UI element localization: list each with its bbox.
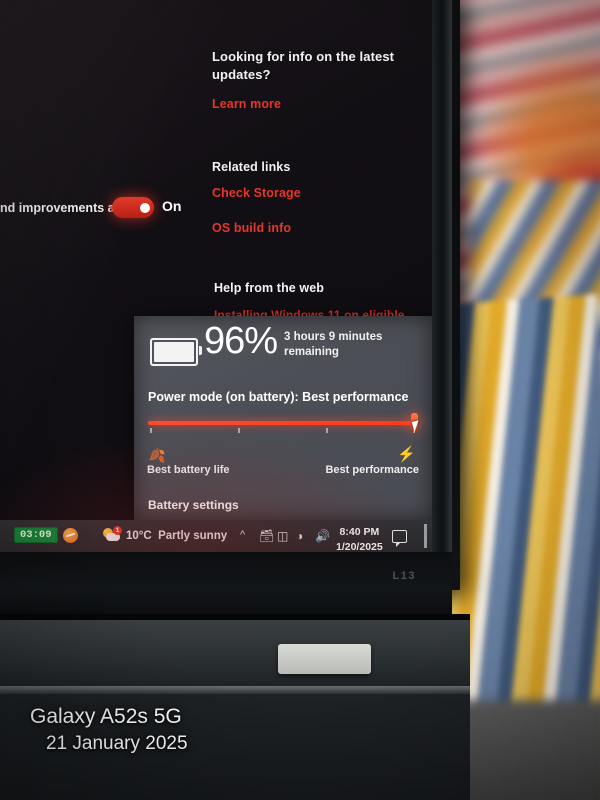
- weather-condition: Partly sunny: [158, 530, 228, 542]
- toggle-state-label: On: [162, 198, 182, 214]
- slider-label-left: Best battery life: [147, 464, 230, 476]
- battery-percent: 96%: [204, 320, 278, 362]
- battery-settings-link[interactable]: Battery settings: [148, 498, 239, 512]
- slider-label-right: Best performance: [325, 464, 419, 476]
- leaf-icon: 🍂: [148, 447, 166, 463]
- power-mode-label: Power mode (on battery): Best performanc…: [148, 390, 409, 404]
- link-check-storage[interactable]: Check Storage: [212, 186, 301, 200]
- clock-time: 8:40 PM: [339, 526, 380, 538]
- clock-date: 1/20/2025: [336, 541, 383, 552]
- battery-icon: [150, 338, 202, 366]
- wifi-icon[interactable]: ◑: [296, 529, 303, 543]
- photo-stamp-date: 21 January 2025: [46, 732, 188, 754]
- scrollbar[interactable]: [424, 524, 427, 548]
- photograph: Looking for info on the latest updates? …: [0, 0, 600, 800]
- speaker-icon[interactable]: 🔊: [315, 529, 330, 543]
- link-os-build-info[interactable]: OS build info: [212, 221, 291, 235]
- laptop-latch: [278, 644, 371, 674]
- laptop-deck-edge: [0, 686, 470, 694]
- link-learn-more[interactable]: Learn more: [212, 97, 281, 111]
- battery-fill: [154, 342, 194, 362]
- heading-help-from-web: Help from the web: [214, 281, 325, 295]
- weather-badge: 1: [113, 526, 122, 535]
- toggle-label: nd improvements as: [0, 201, 122, 215]
- weather-temp: 10°C: [126, 530, 152, 542]
- mouse-cursor: [411, 420, 422, 433]
- toggle-knob: [140, 202, 150, 213]
- weather-text[interactable]: 10°C Partly sunny: [126, 530, 227, 542]
- heading-related-links: Related links: [212, 160, 291, 174]
- onedrive-icon[interactable]: 🗃: [259, 529, 274, 543]
- slider-tick: [150, 428, 152, 433]
- timer-app-icon[interactable]: [63, 528, 78, 543]
- slider-tick: [326, 428, 328, 433]
- slider-track: [148, 421, 416, 425]
- partly-sunny-icon[interactable]: 1: [103, 526, 122, 543]
- chat-icon[interactable]: [392, 530, 407, 547]
- heading-latest-updates: Looking for info on the latest updates?: [212, 49, 395, 83]
- laptop-bezel-edge: [430, 0, 452, 590]
- taskbar-clock[interactable]: 8:40 PM 1/20/2025: [336, 525, 383, 552]
- laptop-screen: Looking for info on the latest updates? …: [0, 0, 432, 552]
- bolt-icon: ⚡: [397, 446, 416, 463]
- taskbar[interactable]: 03:09 1 10°C Partly sunny ^ 🗃 ◫ ◑ 🔊 8:40…: [0, 520, 432, 552]
- laptop-deck: [0, 620, 470, 690]
- chevron-up-icon[interactable]: ^: [240, 529, 245, 541]
- screen-bottom-bezel: L13: [0, 552, 452, 620]
- updates-toggle-row[interactable]: nd improvements as On: [0, 195, 200, 225]
- laptop-model-label: L13: [392, 570, 416, 582]
- battery-icon[interactable]: ◫: [277, 529, 288, 543]
- stopwatch-icon[interactable]: 03:09: [14, 527, 58, 543]
- battery-time-remaining: 3 hours 9 minutes remaining: [284, 331, 383, 359]
- toggle-switch[interactable]: [112, 197, 154, 218]
- photo-stamp: Galaxy A52s 5G 21 January 2025: [30, 703, 188, 756]
- power-mode-slider[interactable]: [148, 413, 422, 449]
- photo-stamp-device: Galaxy A52s 5G: [30, 705, 182, 728]
- slider-tick: [238, 428, 240, 433]
- battery-flyout-panel[interactable]: 96% 3 hours 9 minutes remaining Power mo…: [134, 316, 432, 520]
